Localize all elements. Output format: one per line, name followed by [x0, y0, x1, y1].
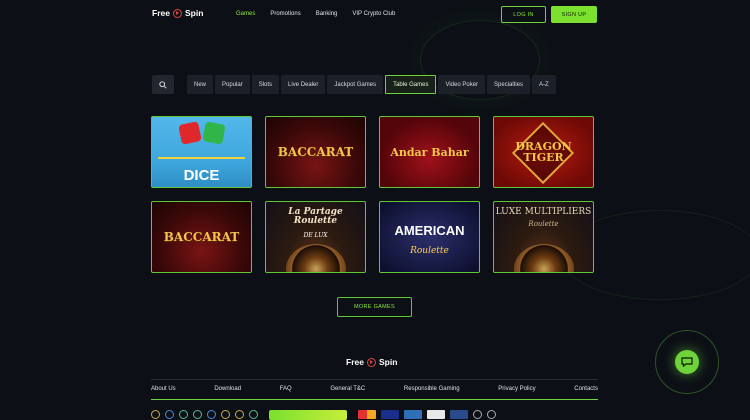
- footer-logo[interactable]: Free Spin: [346, 357, 397, 367]
- game-subtitle: Roulette: [410, 246, 449, 256]
- game-card-luxe-multipliers-roulette[interactable]: LUXE MULTIPLIERS Roulette: [493, 201, 594, 273]
- age-restriction-icon: [473, 410, 482, 419]
- game-grid: DICE BACCARAT Andar Bahar DRAGON TIGER B…: [151, 116, 594, 273]
- logo[interactable]: Free Spin: [152, 8, 203, 18]
- crypto-coin-icon: [193, 410, 202, 419]
- responsible-gaming-icon: [487, 410, 496, 419]
- game-card-dice[interactable]: DICE: [151, 116, 252, 188]
- crypto-coin-icon: [249, 410, 258, 419]
- signup-button[interactable]: SIGN UP: [551, 6, 597, 23]
- crypto-coin-icon: [207, 410, 216, 419]
- red-die-icon: [178, 121, 202, 145]
- footer-link-about[interactable]: About Us: [151, 386, 176, 392]
- game-title: DICE: [183, 167, 220, 184]
- tab-specialties[interactable]: Specialties: [487, 75, 531, 94]
- game-title: AMERICAN: [394, 223, 465, 238]
- game-card-dragon-tiger[interactable]: DRAGON TIGER: [493, 116, 594, 188]
- nav-item-banking[interactable]: Banking: [316, 11, 338, 17]
- footer-link-faq[interactable]: FAQ: [280, 386, 292, 392]
- tab-video-poker[interactable]: Video Poker: [438, 75, 486, 94]
- footer-link-download[interactable]: Download: [214, 386, 241, 392]
- footer-link-terms[interactable]: General T&C: [330, 386, 365, 392]
- game-title: BACCARAT: [277, 145, 354, 159]
- crypto-coin-icon: [179, 410, 188, 419]
- crypto-coin-icon: [235, 410, 244, 419]
- visa-icon: [381, 410, 399, 419]
- game-card-la-partage-roulette[interactable]: La Partage Roulette DE LUX: [265, 201, 366, 273]
- tab-live-dealer[interactable]: Live Dealer: [281, 75, 326, 94]
- game-title: Andar Bahar: [390, 145, 469, 159]
- tab-popular[interactable]: Popular: [215, 75, 250, 94]
- footer-divider: [151, 379, 598, 380]
- mastercard-icon: [358, 410, 376, 419]
- amex-icon: [404, 410, 422, 419]
- logo-play-icon: [172, 8, 182, 18]
- tab-a-z[interactable]: A-Z: [532, 75, 556, 94]
- more-games-button[interactable]: MORE GAMES: [337, 297, 412, 317]
- tab-new[interactable]: New: [187, 75, 214, 94]
- logo-play-icon: [366, 357, 376, 367]
- nav-item-promotions[interactable]: Promotions: [270, 11, 300, 17]
- card-icon: [450, 410, 468, 419]
- nav-item-vip[interactable]: VIP Crypto Club: [352, 11, 395, 17]
- logo-text-left: Free: [152, 8, 170, 18]
- payment-banner: [269, 409, 347, 420]
- tab-table-games[interactable]: Table Games: [385, 75, 437, 94]
- footer-link-contacts[interactable]: Contacts: [574, 386, 598, 392]
- game-card-american-roulette[interactable]: AMERICAN Roulette: [379, 201, 480, 273]
- game-subtitle: DE LUX: [303, 232, 328, 239]
- discover-icon: [427, 410, 445, 419]
- footer-links: About Us Download FAQ General T&C Respon…: [151, 386, 598, 392]
- category-tabs: New Popular Slots Live Dealer Jackpot Ga…: [187, 75, 556, 94]
- payment-methods: [151, 409, 598, 420]
- tab-jackpot-games[interactable]: Jackpot Games: [327, 75, 384, 94]
- game-title: BACCARAT: [163, 230, 240, 244]
- green-die-icon: [202, 121, 226, 145]
- bitcoin-icon: [151, 410, 160, 419]
- search-button[interactable]: [152, 75, 174, 94]
- roulette-wheel-icon: [286, 244, 346, 272]
- live-chat-button[interactable]: [655, 330, 719, 394]
- top-bar: Free Spin Games Promotions Banking VIP C…: [0, 0, 750, 32]
- game-subtitle: Roulette: [528, 220, 559, 228]
- roulette-wheel-icon: [514, 244, 574, 272]
- crypto-coin-icon: [221, 410, 230, 419]
- game-card-baccarat[interactable]: BACCARAT: [265, 116, 366, 188]
- login-button[interactable]: LOG IN: [501, 6, 546, 23]
- logo-text-left: Free: [346, 357, 364, 367]
- main-nav: Games Promotions Banking VIP Crypto Club: [236, 11, 395, 17]
- game-title: DRAGON TIGER: [515, 140, 572, 164]
- game-title: LUXE MULTIPLIERS: [495, 207, 592, 217]
- game-card-baccarat-2[interactable]: BACCARAT: [151, 201, 252, 273]
- dice-divider: [158, 157, 245, 159]
- crypto-coin-icon: [165, 410, 174, 419]
- tab-slots[interactable]: Slots: [251, 75, 280, 94]
- logo-text-right: Spin: [184, 8, 204, 18]
- footer-accent-line: [151, 399, 598, 400]
- search-icon: [159, 80, 167, 89]
- game-title: La Partage Roulette: [288, 207, 343, 226]
- footer-link-responsible-gaming[interactable]: Responsible Gaming: [404, 386, 460, 392]
- footer-link-privacy[interactable]: Privacy Policy: [498, 386, 535, 392]
- game-card-andar-bahar[interactable]: Andar Bahar: [379, 116, 480, 188]
- chat-icon: [675, 350, 699, 374]
- nav-item-games[interactable]: Games: [236, 11, 255, 17]
- logo-text-right: Spin: [378, 357, 398, 367]
